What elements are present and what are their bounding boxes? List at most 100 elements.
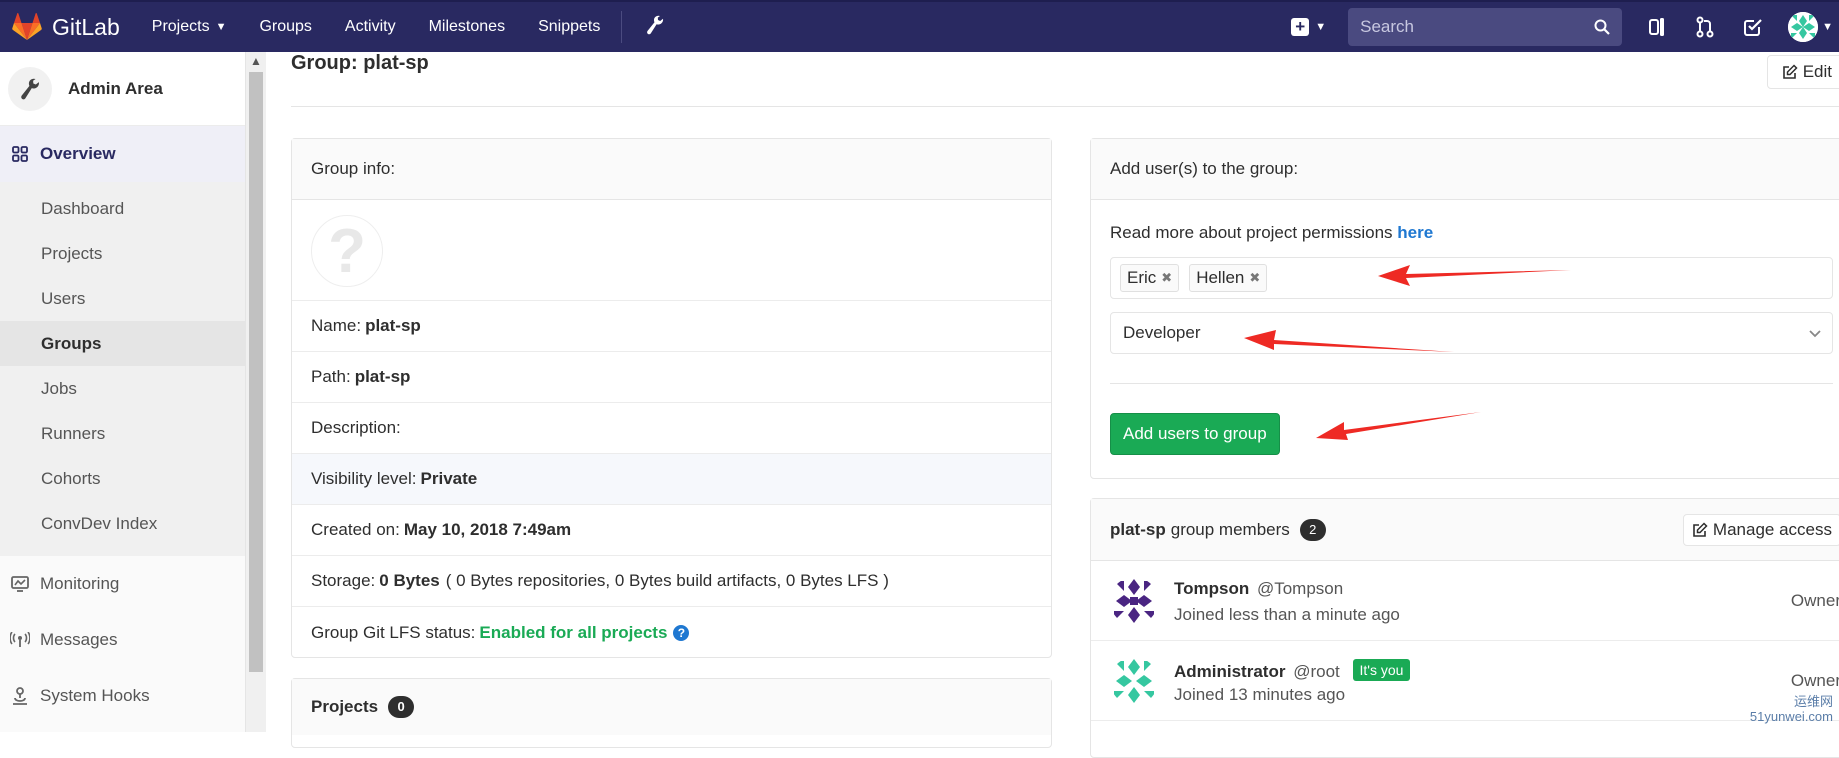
nav-milestones[interactable]: Milestones <box>429 18 505 36</box>
group-info-panel: Group info: ? Name: plat-sp Path: plat-s… <box>291 138 1052 658</box>
scroll-up-icon[interactable]: ▲ <box>250 54 262 68</box>
group-visibility-label: Visibility level: <box>311 469 417 489</box>
group-description-label: Description: <box>311 418 401 438</box>
add-users-header: Add user(s) to the group: <box>1091 139 1839 200</box>
edit-button[interactable]: Edit <box>1767 55 1839 89</box>
annotation-arrow <box>1316 408 1486 448</box>
members-panel: plat-sp group members 2 Manage access To… <box>1090 498 1839 758</box>
projects-panel: Projects 0 <box>291 678 1052 748</box>
group-visibility-value: Private <box>421 469 478 489</box>
sidebar-item-messages[interactable]: Messages <box>0 612 245 668</box>
gitlab-home-link[interactable]: GitLab <box>12 1 120 53</box>
group-lfs-row: Group Git LFS status: Enabled for all pr… <box>292 607 1051 658</box>
sidebar-item-monitoring[interactable]: Monitoring <box>0 556 245 612</box>
nav-projects-label: Projects <box>152 18 210 36</box>
sidebar-item-groups[interactable]: Groups <box>0 321 245 366</box>
member-row: Tompson @Tompson Joined less than a minu… <box>1091 561 1839 641</box>
plus-icon: + <box>1291 18 1309 36</box>
chevron-down-icon[interactable]: ▼ <box>1822 21 1833 33</box>
members-label: group members <box>1171 520 1290 540</box>
sidebar-header[interactable]: Admin Area <box>0 52 245 126</box>
search-input[interactable] <box>1360 17 1594 37</box>
members-group-name: plat-sp <box>1110 520 1166 540</box>
page-title: Group: plat-sp <box>291 52 429 75</box>
broadcast-icon <box>10 630 30 650</box>
member-joined: Joined less than a minute ago <box>1174 605 1400 625</box>
sidebar-item-label: System Hooks <box>40 686 150 706</box>
overview-sub-list: Dashboard Projects Users Groups Jobs Run… <box>0 182 245 556</box>
chevron-down-icon: ▼ <box>1315 21 1326 33</box>
edit-icon <box>1782 64 1798 80</box>
manage-access-label: Manage access <box>1713 520 1832 540</box>
permissions-help-text: Read more about project permissions here <box>1110 223 1433 243</box>
member-username: @root <box>1293 662 1340 681</box>
question-mark-icon: ? <box>311 215 383 287</box>
sidebar-item-system-hooks[interactable]: System Hooks <box>0 668 245 724</box>
sidebar-item-jobs[interactable]: Jobs <box>0 366 245 411</box>
monitor-icon <box>10 574 30 594</box>
admin-wrench-icon[interactable] <box>646 15 664 40</box>
sidebar-item-users[interactable]: Users <box>0 276 245 321</box>
user-avatar-icon[interactable] <box>1788 12 1818 42</box>
group-storage-row: Storage: 0 Bytes ( 0 Bytes repositories,… <box>292 556 1051 607</box>
todos-icon[interactable] <box>1740 14 1766 40</box>
nav-projects[interactable]: Projects ▼ <box>152 18 227 36</box>
nav-activity[interactable]: Activity <box>345 18 396 36</box>
group-visibility-row: Visibility level: Private <box>292 454 1051 505</box>
sidebar-item-convdev-index[interactable]: ConvDev Index <box>0 501 245 546</box>
hook-icon <box>10 686 30 706</box>
projects-header: Projects 0 <box>292 679 1051 735</box>
access-level-value: Developer <box>1123 323 1201 343</box>
scrollbar-thumb[interactable] <box>249 72 263 672</box>
chevron-down-icon: ▼ <box>216 21 227 33</box>
title-divider <box>291 106 1839 107</box>
nav-snippets[interactable]: Snippets <box>538 18 600 36</box>
main-nav: Projects ▼ Groups Activity Milestones Sn… <box>152 1 665 53</box>
search-icon <box>1594 19 1610 35</box>
group-created-label: Created on: <box>311 520 400 540</box>
sidebar-scrollbar[interactable]: ▲ <box>246 52 266 732</box>
watermark: 运维网 51yunwei.com <box>1750 694 1833 724</box>
member-name: Administrator @root It's you <box>1174 659 1410 682</box>
group-storage-label: Storage: <box>311 571 375 591</box>
permissions-link[interactable]: here <box>1397 223 1433 242</box>
member-display-name[interactable]: Administrator <box>1174 662 1285 681</box>
grid-icon <box>10 144 30 164</box>
member-display-name[interactable]: Tompson <box>1174 579 1249 598</box>
remove-icon[interactable]: ✖ <box>1249 270 1260 286</box>
admin-wrench-icon <box>8 67 52 111</box>
merge-requests-icon[interactable] <box>1692 14 1718 40</box>
search-field[interactable] <box>1348 8 1622 46</box>
edit-icon <box>1692 522 1708 538</box>
its-you-badge: It's you <box>1353 659 1411 681</box>
sidebar-item-cohorts[interactable]: Cohorts <box>0 456 245 501</box>
sidebar-item-overview[interactable]: Overview <box>0 126 245 182</box>
remove-icon[interactable]: ✖ <box>1161 270 1172 286</box>
group-storage-detail: ( 0 Bytes repositories, 0 Bytes build ar… <box>446 571 889 591</box>
member-role: Owner <box>1791 591 1839 611</box>
permissions-text: Read more about project permissions <box>1110 223 1393 242</box>
member-avatar-icon[interactable] <box>1110 577 1158 625</box>
member-role: Owner <box>1791 671 1839 691</box>
sidebar-title: Admin Area <box>68 79 163 99</box>
top-navbar: GitLab Projects ▼ Groups Activity Milest… <box>0 0 1839 52</box>
sidebar-item-runners[interactable]: Runners <box>0 411 245 456</box>
sidebar-item-dashboard[interactable]: Dashboard <box>0 186 245 231</box>
chevron-down-icon <box>1808 324 1822 342</box>
member-joined: Joined 13 minutes ago <box>1174 685 1345 705</box>
sidebar-item-projects[interactable]: Projects <box>0 231 245 276</box>
add-users-button[interactable]: Add users to group <box>1110 413 1280 455</box>
group-path-label: Path: <box>311 367 351 387</box>
new-dropdown-button[interactable]: + ▼ <box>1291 18 1326 36</box>
group-path-row: Path: plat-sp <box>292 352 1051 403</box>
access-level-select[interactable]: Developer <box>1110 312 1833 354</box>
group-lfs-label: Group Git LFS status: <box>311 623 475 643</box>
nav-groups[interactable]: Groups <box>259 18 311 36</box>
issues-icon[interactable] <box>1644 14 1670 40</box>
question-circle-icon[interactable]: ? <box>673 625 689 641</box>
nav-divider <box>621 11 622 43</box>
member-avatar-icon[interactable] <box>1110 657 1158 705</box>
main-content: Group: plat-sp Edit Group info: ? Name: … <box>266 52 1839 732</box>
token-label: Eric <box>1127 268 1156 288</box>
manage-access-button[interactable]: Manage access <box>1683 514 1839 546</box>
